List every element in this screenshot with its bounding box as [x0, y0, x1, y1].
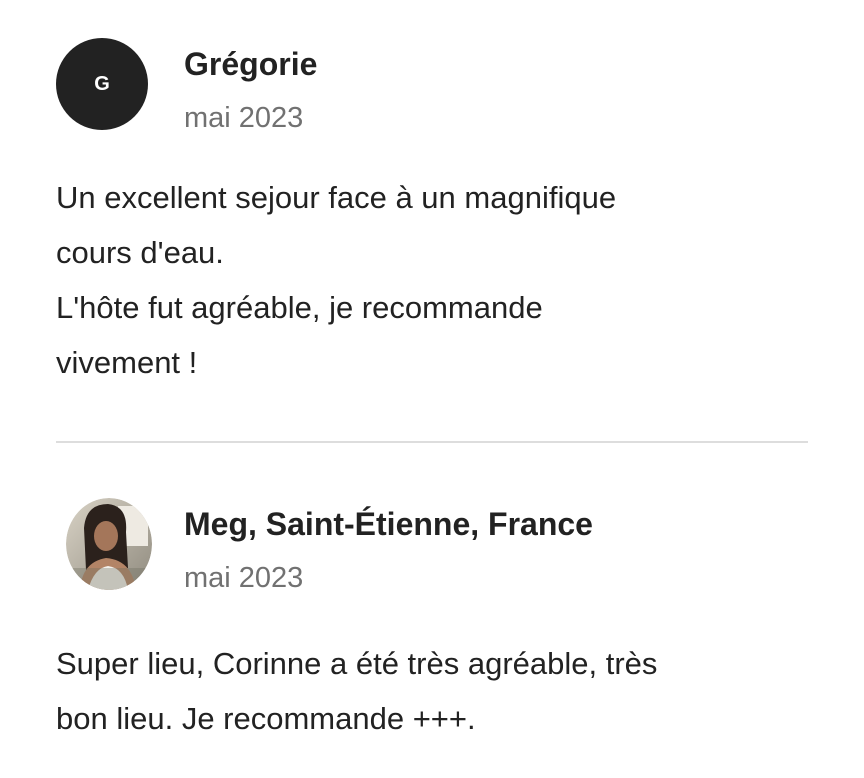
profile-photo-icon — [66, 498, 152, 590]
avatar-initial: G — [94, 72, 110, 95]
review-text: Super lieu, Corinne a été très agréable,… — [56, 646, 658, 736]
reviewer-name[interactable]: Grégorie — [184, 44, 317, 84]
reviewer-name[interactable]: Meg, Saint-Étienne, France — [184, 504, 593, 544]
avatar[interactable]: G — [56, 38, 148, 130]
review-header: G Grégorie mai 2023 — [56, 38, 808, 136]
review-date: mai 2023 — [184, 102, 304, 134]
review-text: Un excellent sejour face à un magnifique… — [56, 180, 617, 380]
divider — [56, 441, 808, 443]
review-meta: Grégorie mai 2023 — [184, 44, 317, 136]
review-date: mai 2023 — [184, 562, 304, 594]
review-header: Meg, Saint-Étienne, France mai 2023 — [56, 498, 808, 596]
review-item: Meg, Saint-Étienne, France mai 2023 Supe… — [56, 498, 808, 746]
review-item: G Grégorie mai 2023 Un excellent sejour … — [56, 38, 808, 390]
avatar[interactable] — [66, 498, 152, 590]
review-meta: Meg, Saint-Étienne, France mai 2023 — [184, 504, 593, 596]
